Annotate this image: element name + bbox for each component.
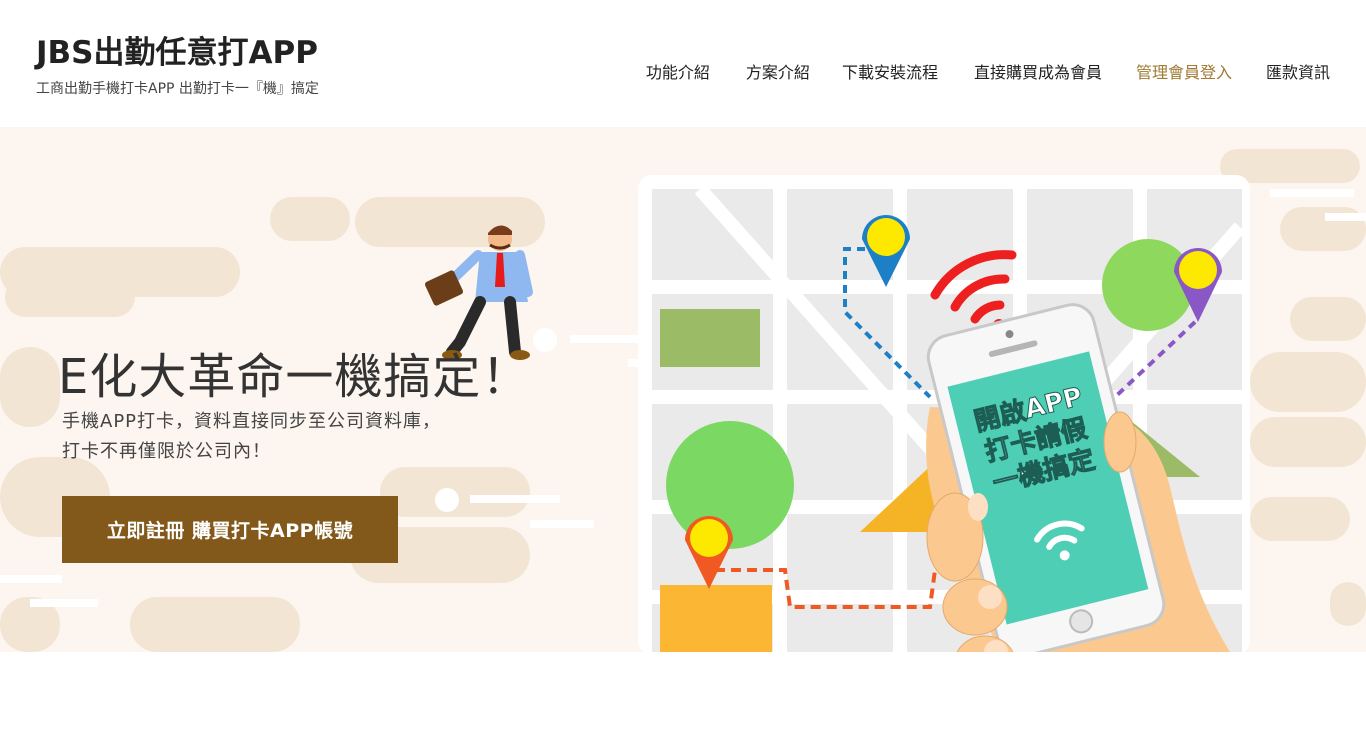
nav-item-remittance[interactable]: 匯款資訊 (1266, 59, 1330, 83)
hero-subtitle: 手機APP打卡，資料直接同步至公司資料庫， 打卡不再僅限於公司內！ (62, 407, 441, 467)
register-buy-button[interactable]: 立即註冊 購買打卡APP帳號 (62, 496, 398, 563)
hero-subtitle-line2: 打卡不再僅限於公司內！ (62, 441, 271, 462)
hero-subtitle-line1: 手機APP打卡，資料直接同步至公司資料庫， (62, 411, 442, 432)
hero-banner: 開啟APP 打卡請假 一機搞定 E化大革命一機搞定！ 手機APP打卡，資料直接同… (0, 127, 1366, 652)
site-title[interactable]: JBS出勤任意打APP (36, 34, 319, 72)
hero-heading-wrap: E化大革命一機搞定！ (58, 337, 530, 407)
nav-item-install[interactable]: 下載安裝流程 (842, 59, 938, 83)
nav-item-admin-login[interactable]: 管理會員登入 (1136, 59, 1232, 83)
site-header: JBS出勤任意打APP 工商出勤手機打卡APP 出勤打卡一『機』搞定 功能介紹 … (0, 0, 1366, 127)
hero-title: E化大革命一機搞定！ (58, 349, 531, 405)
brand[interactable]: JBS出勤任意打APP 工商出勤手機打卡APP 出勤打卡一『機』搞定 (36, 34, 319, 98)
main-nav: 功能介紹 方案介紹 下載安裝流程 直接購買成為會員 管理會員登入 匯款資訊 (646, 59, 1330, 83)
nav-item-plans[interactable]: 方案介紹 (746, 59, 810, 83)
nav-item-buy[interactable]: 直接購買成為會員 (974, 59, 1102, 83)
site-tagline: 工商出勤手機打卡APP 出勤打卡一『機』搞定 (36, 81, 319, 97)
nav-item-features[interactable]: 功能介紹 (646, 59, 710, 83)
